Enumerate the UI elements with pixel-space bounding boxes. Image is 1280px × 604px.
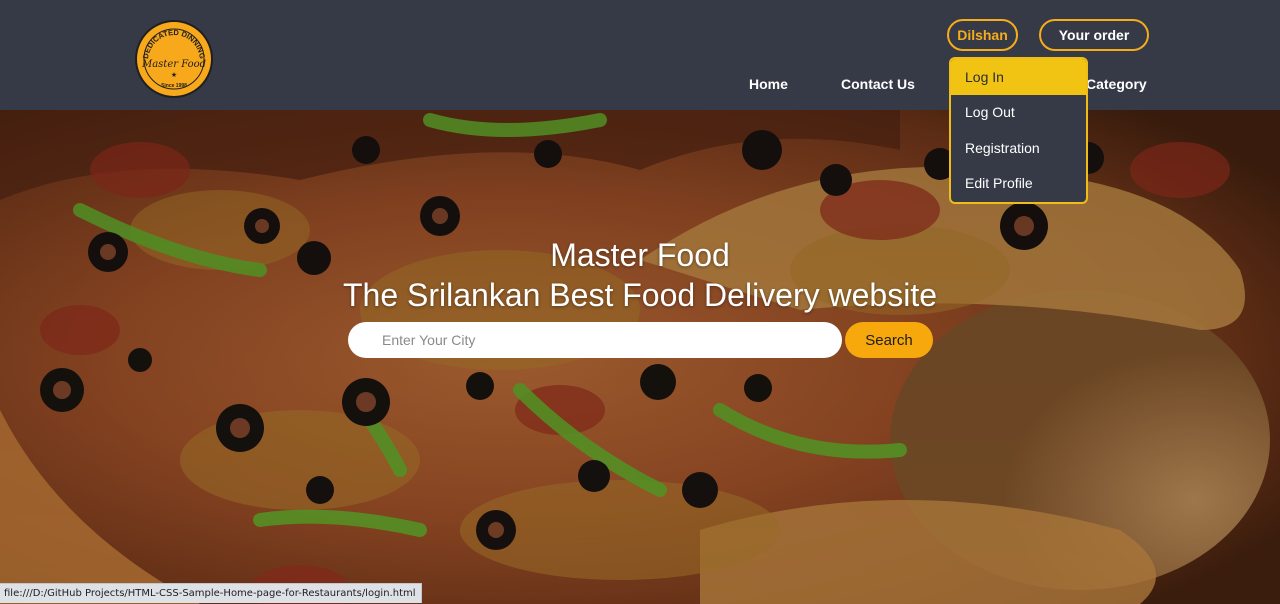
nav-contact-link[interactable]: Contact Us xyxy=(841,76,915,92)
logo-badge-icon: DEDICATED DINNING Master Food ★ Since 19… xyxy=(135,20,213,98)
page: DEDICATED DINNING Master Food ★ Since 19… xyxy=(0,0,1280,604)
hero-title: Master Food xyxy=(550,237,730,273)
user-dropdown-menu: Log In Log Out Registration Edit Profile xyxy=(949,57,1088,204)
site-header: DEDICATED DINNING Master Food ★ Since 19… xyxy=(0,0,1280,110)
logo-script-text: Master Food xyxy=(141,59,206,70)
city-search-input[interactable] xyxy=(348,322,842,358)
dropdown-item-login[interactable]: Log In xyxy=(951,59,1086,95)
star-icon: ★ xyxy=(171,71,177,79)
dropdown-item-logout[interactable]: Log Out xyxy=(951,95,1086,131)
site-logo[interactable]: DEDICATED DINNING Master Food ★ Since 19… xyxy=(134,19,214,99)
user-menu-button[interactable]: Dilshan xyxy=(947,19,1018,51)
your-order-button[interactable]: Your order xyxy=(1039,19,1149,51)
nav-home-link[interactable]: Home xyxy=(749,76,788,92)
dropdown-item-registration[interactable]: Registration xyxy=(951,130,1086,166)
dropdown-item-edit-profile[interactable]: Edit Profile xyxy=(951,166,1086,202)
search-button[interactable]: Search xyxy=(845,322,933,358)
hero-subtitle: The Srilankan Best Food Delivery website xyxy=(342,277,938,313)
browser-status-url: file:///D:/GitHub Projects/HTML-CSS-Samp… xyxy=(0,583,422,603)
hero-banner: Master Food The Srilankan Best Food Deli… xyxy=(0,110,1280,604)
logo-bottom-text: Since 1998 xyxy=(161,83,187,89)
nav-category-link[interactable]: Category xyxy=(1086,76,1147,92)
